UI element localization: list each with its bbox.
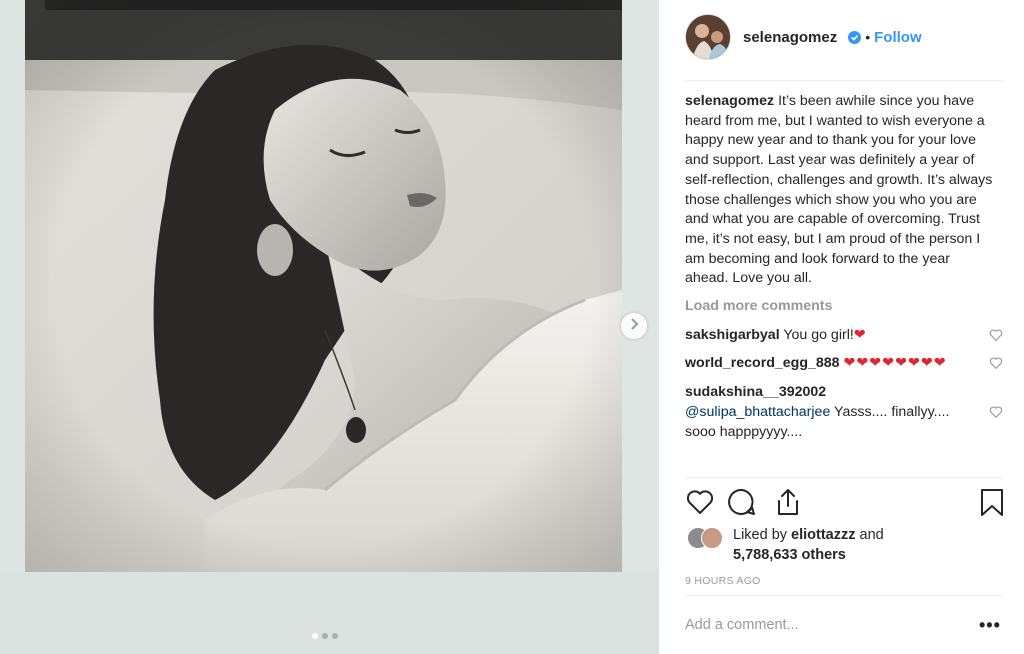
divider [685, 80, 1003, 81]
carousel-dot [312, 633, 318, 639]
divider [685, 595, 1003, 596]
comment-icon[interactable] [727, 487, 757, 519]
liker-username[interactable]: eliottazzz [791, 527, 855, 543]
likes-count-button[interactable]: 5,788,633 others [733, 547, 846, 563]
share-icon[interactable] [773, 487, 803, 519]
likes-and: and [859, 527, 884, 543]
verified-badge-icon [843, 30, 862, 44]
load-more-comments-button[interactable]: Load more comments [685, 297, 1003, 317]
carousel-dot [332, 633, 338, 639]
carousel-dots [312, 633, 338, 639]
follow-button[interactable]: Follow [874, 29, 922, 46]
caption-text: It’s been awhile since you have heard fr… [685, 93, 993, 287]
more-options-button[interactable]: ••• [979, 615, 1001, 636]
chevron-right-icon [629, 317, 639, 335]
post-photo [25, 0, 622, 572]
post-header: selenagomez • Follow [685, 12, 1003, 62]
carousel-dot [322, 633, 328, 639]
likes-summary: Liked by eliottazzz and 5,788,633 others [685, 525, 1003, 565]
add-comment-input[interactable]: Add a comment... [685, 617, 799, 633]
comment-emoji: ❤❤❤❤❤❤❤❤ [843, 355, 947, 372]
comment-text: You go girl! [783, 326, 854, 343]
comment-like-heart-icon[interactable] [989, 328, 1003, 342]
action-bar [685, 487, 1003, 521]
post-details-panel: selenagomez • Follow selenagomez It’s be… [659, 0, 1024, 654]
comment-username[interactable]: sakshigarbyal [685, 327, 780, 343]
post-caption: selenagomez It’s been awhile since you h… [685, 92, 995, 289]
media-bottom-area [0, 572, 659, 654]
comment-emoji: ❤ [853, 326, 866, 343]
comment-username[interactable]: world_record_egg_888 [685, 355, 840, 371]
bookmark-icon[interactable] [977, 487, 1007, 519]
caption-username[interactable]: selenagomez [685, 93, 774, 109]
comment-item: sakshigarbyal You go girl!❤ [685, 326, 1003, 346]
comment-item: world_record_egg_888 ❤❤❤❤❤❤❤❤ [685, 354, 1003, 374]
post-timestamp[interactable]: 9 HOURS AGO [685, 575, 761, 587]
comment-username[interactable]: sudakshina__392002 [685, 384, 826, 400]
comment-item: sudakshina__392002 @sulipa_bhattacharjee… [685, 383, 1003, 442]
comment-mention-link[interactable]: @sulipa_bhattacharjee [685, 404, 830, 420]
comments-list: selenagomez It’s been awhile since you h… [685, 92, 1003, 442]
next-slide-button[interactable] [621, 313, 647, 339]
avatar [701, 527, 723, 549]
post-media [0, 0, 659, 654]
likes-prefix: Liked by [733, 527, 788, 543]
header-username[interactable]: selenagomez [743, 29, 837, 46]
divider [685, 477, 1003, 478]
comment-like-heart-icon[interactable] [989, 356, 1003, 370]
media-left-edge [0, 0, 25, 654]
avatar[interactable] [685, 14, 731, 60]
likes-text: Liked by eliottazzz and 5,788,633 others [733, 525, 884, 565]
heart-icon[interactable] [685, 487, 715, 519]
liker-avatars [685, 527, 725, 553]
comment-like-heart-icon[interactable] [989, 405, 1003, 419]
header-separator: • [865, 29, 871, 45]
